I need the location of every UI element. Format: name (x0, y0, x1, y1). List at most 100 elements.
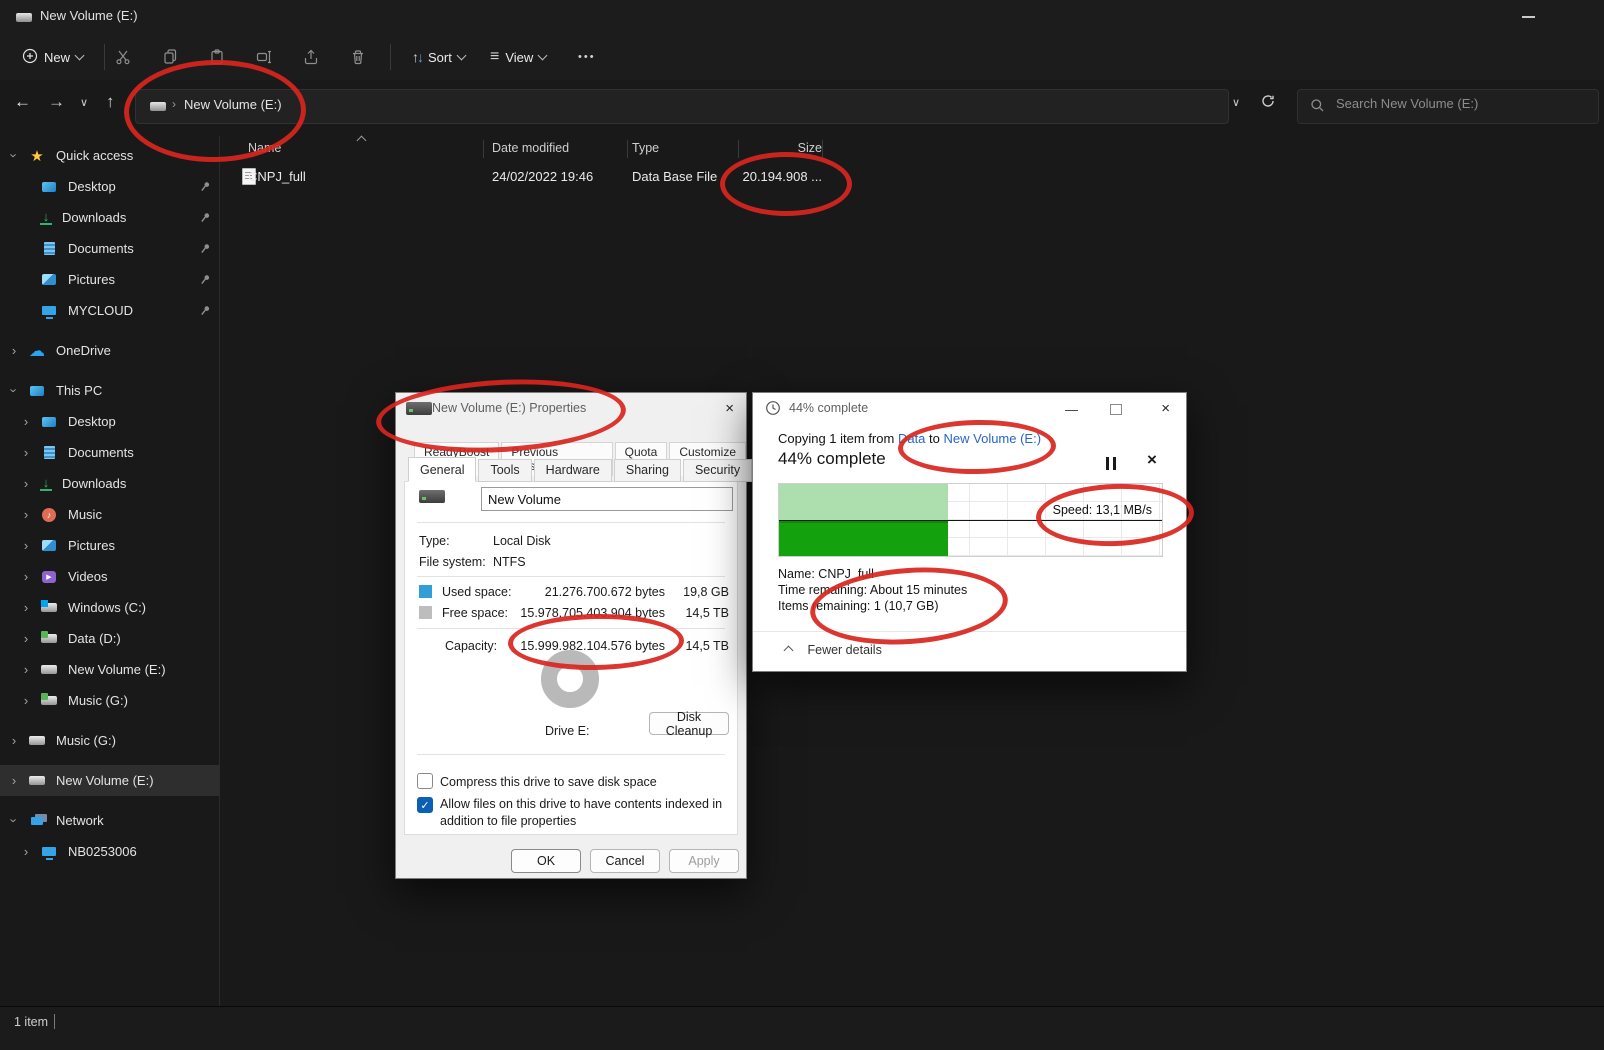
chevron-right-icon[interactable]: › (8, 343, 20, 358)
column-header-date-modified[interactable]: Date modified (492, 141, 569, 155)
column-divider[interactable] (627, 140, 628, 158)
share-icon[interactable] (301, 47, 321, 67)
search-input[interactable] (1334, 95, 1588, 112)
address-dropdown-icon[interactable]: ∨ (1232, 96, 1240, 109)
chevron-down-icon[interactable]: › (7, 815, 22, 827)
sidebar-item-downloads[interactable]: › ↓ Downloads (0, 468, 219, 499)
column-divider[interactable] (483, 140, 484, 158)
rename-icon[interactable] (254, 47, 274, 67)
refresh-icon[interactable] (1260, 93, 1276, 114)
fewer-details-toggle[interactable]: Fewer details (783, 643, 882, 657)
maximize-icon[interactable] (1110, 404, 1122, 415)
chevron-right-icon[interactable]: › (20, 414, 32, 429)
used-space-swatch (419, 585, 432, 598)
close-icon[interactable]: × (1161, 400, 1170, 417)
sidebar-item-quick-access[interactable]: › ★ Quick access (0, 140, 219, 171)
recent-locations-icon[interactable]: ∨ (80, 96, 88, 109)
destination-link[interactable]: New Volume (E:) (944, 431, 1042, 446)
dialog-titlebar: 44% complete — × (753, 393, 1186, 423)
sidebar-item-music[interactable]: › Music (0, 499, 219, 530)
up-icon[interactable]: ↑ (106, 92, 115, 112)
sidebar-item-mycloud[interactable]: MYCLOUD (0, 295, 219, 326)
column-header-name[interactable]: Name (248, 141, 281, 155)
chevron-right-icon[interactable]: › (20, 662, 32, 677)
sidebar-item-music-g[interactable]: › Music (G:) (0, 685, 219, 716)
minimize-icon[interactable]: — (1065, 402, 1078, 417)
sidebar-item-new-volume-e[interactable]: › New Volume (E:) (0, 765, 219, 796)
drive-icon (16, 13, 32, 22)
sidebar-item-network[interactable]: › Network (0, 805, 219, 836)
close-icon[interactable]: × (725, 400, 734, 417)
filesystem-value: NTFS (493, 555, 526, 569)
chevron-down-icon[interactable]: › (7, 385, 22, 397)
sidebar-item-music-g[interactable]: › Music (G:) (0, 725, 219, 756)
copy-icon[interactable] (160, 47, 180, 67)
sidebar-item-pictures[interactable]: › Pictures (0, 530, 219, 561)
tab-security[interactable]: Security (682, 459, 753, 482)
sidebar-item-downloads[interactable]: ↓ Downloads (0, 202, 219, 233)
tab-tools[interactable]: Tools (478, 459, 532, 482)
pane-divider[interactable] (219, 136, 220, 1008)
index-checkbox[interactable]: ✓ (417, 797, 433, 813)
column-header-size[interactable]: Size (742, 141, 822, 155)
volume-label-input[interactable] (481, 487, 733, 511)
source-link[interactable]: Data (898, 431, 925, 446)
column-divider[interactable] (822, 140, 823, 158)
file-type: Data Base File (632, 169, 718, 184)
chevron-right-icon[interactable]: › (20, 507, 32, 522)
sidebar-item-videos[interactable]: › Videos (0, 561, 219, 592)
new-button[interactable]: New (14, 41, 91, 73)
breadcrumb-path[interactable]: New Volume (E:) (184, 97, 282, 112)
search-box[interactable] (1297, 89, 1599, 124)
minimize-button[interactable] (1522, 16, 1535, 18)
pause-icon[interactable] (1105, 457, 1119, 470)
tab-sharing[interactable]: Sharing (613, 459, 681, 482)
cut-icon[interactable] (113, 47, 133, 67)
tab-general[interactable]: General (408, 457, 477, 482)
chevron-right-icon[interactable]: › (20, 569, 32, 584)
chevron-right-icon[interactable]: › (20, 600, 32, 615)
chevron-right-icon[interactable]: › (20, 538, 32, 553)
chevron-right-icon[interactable]: › (8, 733, 20, 748)
sidebar-item-windows-c[interactable]: › Windows (C:) (0, 592, 219, 623)
sidebar-item-nb0253006[interactable]: › NB0253006 (0, 836, 219, 867)
sidebar-item-label: Network (56, 813, 104, 828)
sidebar-item-data-d[interactable]: › Data (D:) (0, 623, 219, 654)
sidebar-item-this-pc[interactable]: › This PC (0, 375, 219, 406)
disk-cleanup-button[interactable]: Disk Cleanup (649, 710, 729, 738)
chevron-down-icon[interactable]: › (7, 150, 22, 162)
sidebar-item-desktop[interactable]: Desktop (0, 171, 219, 202)
fewer-details-label: Fewer details (807, 643, 882, 657)
chevron-right-icon[interactable]: › (20, 631, 32, 646)
paste-icon[interactable] (207, 47, 227, 67)
chevron-right-icon[interactable]: › (20, 844, 32, 859)
sidebar-item-pictures[interactable]: Pictures (0, 264, 219, 295)
delete-icon[interactable] (348, 47, 368, 67)
sidebar-item-onedrive[interactable]: › ☁ OneDrive (0, 335, 219, 366)
sidebar-item-documents[interactable]: › Documents (0, 437, 219, 468)
sidebar-item-new-volume-e[interactable]: › New Volume (E:) (0, 654, 219, 685)
breadcrumb[interactable]: › New Volume (E:) (135, 89, 1229, 124)
cancel-icon[interactable]: × (1147, 450, 1157, 470)
forward-icon[interactable]: → (48, 92, 65, 112)
sidebar-item-documents[interactable]: Documents (0, 233, 219, 264)
ok-button[interactable]: OK (511, 849, 581, 873)
sort-button[interactable]: ↑↓ Sort (404, 41, 473, 73)
file-row[interactable]: CNPJ_full 24/02/2022 19:46 Data Base File 2… (230, 164, 1600, 191)
chevron-right-icon[interactable]: › (20, 693, 32, 708)
sidebar-item-desktop[interactable]: › Desktop (0, 406, 219, 437)
tab-hardware[interactable]: Hardware (533, 459, 612, 482)
chevron-right-icon[interactable]: › (20, 476, 32, 491)
chevron-right-icon[interactable]: › (8, 773, 20, 788)
cancel-button[interactable]: Cancel (590, 849, 660, 873)
column-header-type[interactable]: Type (632, 141, 659, 155)
back-icon[interactable]: ← (14, 92, 31, 112)
apply-button[interactable]: Apply (669, 849, 739, 873)
column-divider[interactable] (738, 140, 739, 158)
chevron-right-icon[interactable]: › (20, 445, 32, 460)
compress-checkbox[interactable] (417, 773, 433, 789)
more-options-button[interactable]: ••• (570, 41, 604, 73)
view-button[interactable]: ≡ View (482, 41, 554, 73)
item-count: 1 item (14, 1015, 49, 1029)
tab-row-front: General Tools Hardware Sharing Security (408, 457, 753, 482)
